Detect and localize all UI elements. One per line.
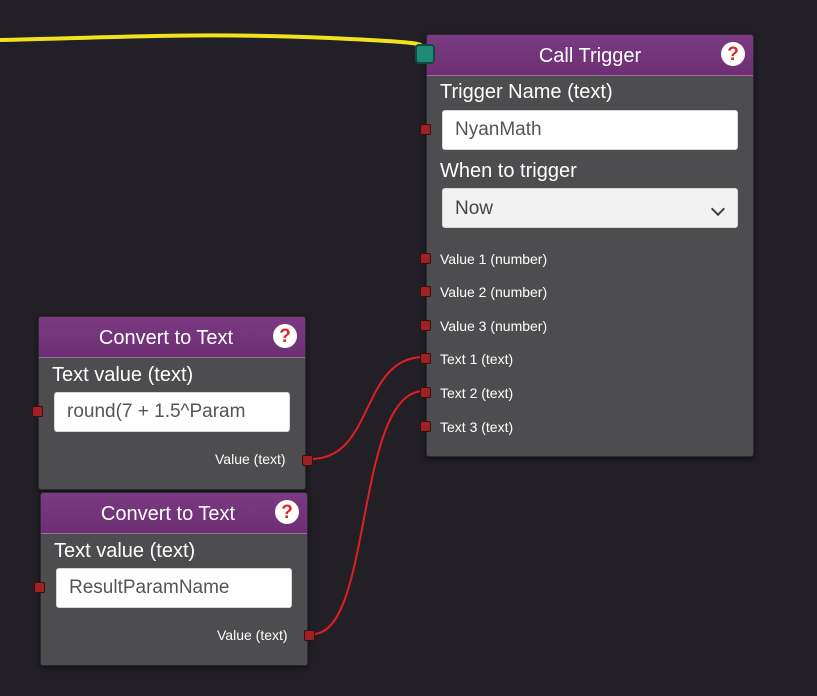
exec-wire [0,33,423,54]
trigger-name-label: Trigger Name (text) [440,81,613,103]
input-label-value3: Value 3 (number) [440,318,548,334]
question-mark-icon[interactable]: ? [721,42,745,66]
text-value-input[interactable]: ResultParamName [56,568,292,608]
trigger-name-port[interactable] [420,124,431,135]
value3-port[interactable] [420,320,431,331]
value-output-port[interactable] [304,630,315,641]
text-value-input[interactable]: round(7 + 1.5^Param [54,392,290,432]
node-title: Convert to Text [100,503,236,525]
value1-port[interactable] [420,253,431,264]
value2-port[interactable] [420,286,431,297]
input-label-value2: Value 2 (number) [440,284,548,300]
node-title: Call Trigger [538,45,642,67]
data-wire-text1 [310,356,425,460]
output-label: Value (text) [217,627,288,643]
node-header[interactable]: Convert to Text ? [41,493,307,534]
node-graph-canvas[interactable]: Call Trigger ? Trigger Name (text) NyanM… [0,0,817,696]
convert-to-text-node[interactable]: Convert to Text ? Text value (text) Resu… [40,492,308,666]
text-value-label: Text value (text) [52,364,194,386]
text-value-label: Text value (text) [54,540,196,562]
text3-port[interactable] [420,421,431,432]
when-to-trigger-select[interactable]: Now [442,188,738,228]
input-label-text3: Text 3 (text) [440,419,514,435]
text-value-input-port[interactable] [34,582,45,593]
text2-port[interactable] [420,387,431,398]
data-wire-text2 [312,390,425,635]
input-label-text1: Text 1 (text) [440,351,514,367]
node-title: Convert to Text [98,327,234,349]
exec-input-port[interactable] [415,44,435,64]
node-header[interactable]: Call Trigger ? [427,35,753,76]
node-header[interactable]: Convert to Text ? [39,317,305,358]
when-to-trigger-value: Now [455,198,494,219]
output-label: Value (text) [215,451,286,467]
chevron-down-icon [710,201,726,217]
text-value-input-port[interactable] [32,406,43,417]
when-to-trigger-label: When to trigger [440,160,577,182]
question-mark-icon[interactable]: ? [275,500,299,524]
call-trigger-node[interactable]: Call Trigger ? Trigger Name (text) NyanM… [426,34,754,457]
input-label-text2: Text 2 (text) [440,385,514,401]
text1-port[interactable] [420,353,431,364]
convert-to-text-node[interactable]: Convert to Text ? Text value (text) roun… [38,316,306,490]
question-mark-icon[interactable]: ? [273,324,297,348]
input-label-value1: Value 1 (number) [440,251,548,267]
value-output-port[interactable] [302,455,313,466]
trigger-name-input[interactable]: NyanMath [442,110,738,150]
